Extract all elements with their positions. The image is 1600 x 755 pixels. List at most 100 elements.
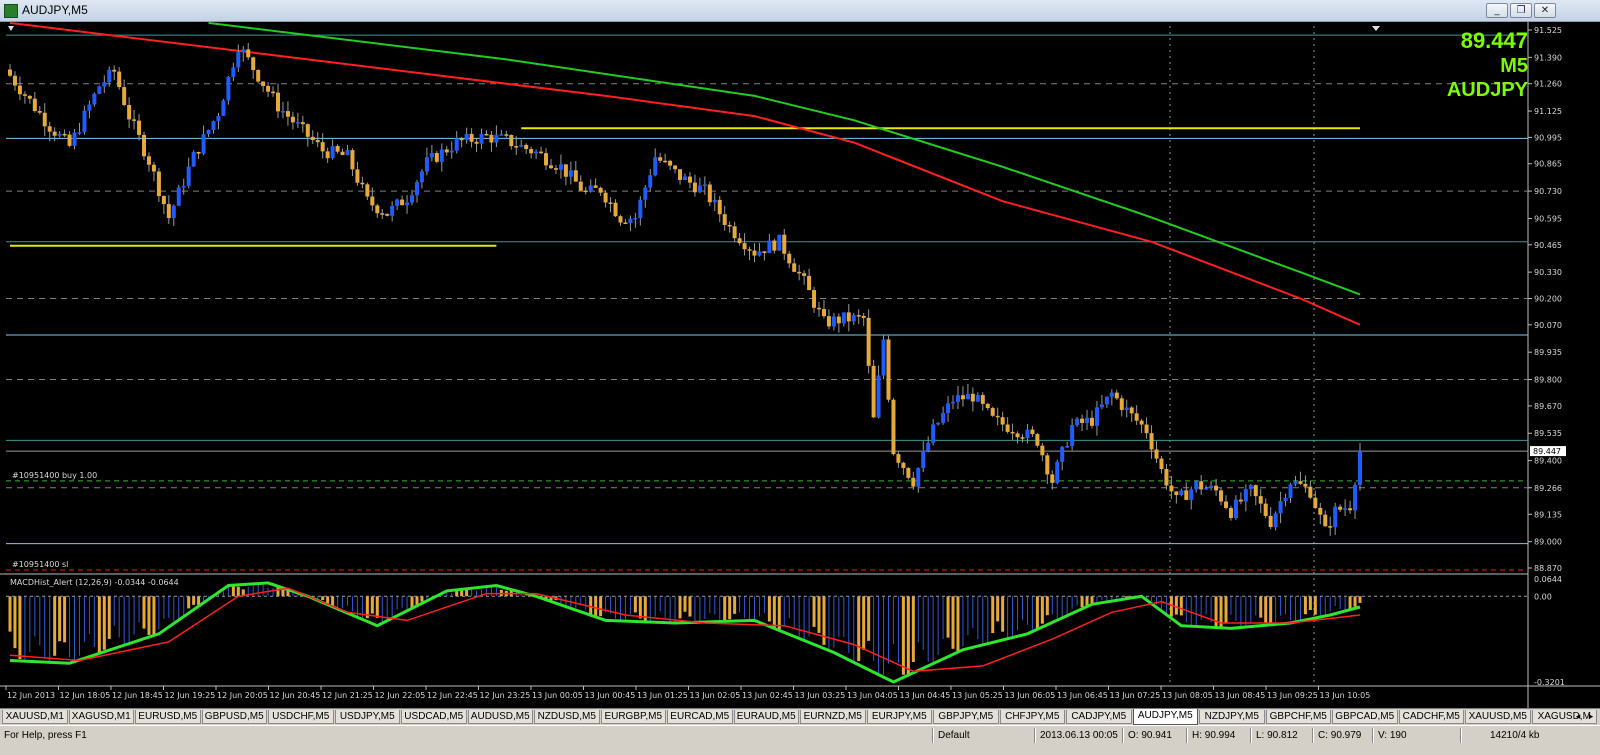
tab-scroll-right-icon[interactable]: ▸ (1585, 711, 1597, 723)
chart-tab[interactable]: USDCHF,M5 (268, 710, 334, 724)
candle-body (926, 442, 931, 451)
chart-tab[interactable]: XAUUSD,M5 (1465, 710, 1531, 724)
chart-tab[interactable]: XAUUSD,M1 (2, 710, 68, 724)
candle-body (707, 184, 712, 203)
candle-body (598, 187, 603, 193)
chart-tab[interactable]: GBPCAD,M5 (1332, 710, 1398, 724)
tab-scroll-left-icon[interactable]: ◂ (1572, 711, 1584, 723)
chart-tab[interactable]: GBPUSD,M5 (201, 710, 267, 724)
candle-body (1348, 508, 1353, 511)
order-sl-label: #10951400 sl (12, 560, 68, 569)
candle-body (951, 401, 956, 404)
candle-body (866, 317, 871, 366)
candle-body (985, 403, 990, 409)
candle-body (112, 69, 117, 72)
candle-body (1114, 392, 1119, 399)
time-tick-label: 13 Jun 08:45 (1215, 691, 1266, 700)
chart-tab[interactable]: EURAUD,M5 (733, 710, 799, 724)
chart-tab[interactable]: CADCHF,M5 (1398, 710, 1464, 724)
candle-body (628, 218, 633, 223)
restore-button[interactable]: ❐ (1510, 3, 1532, 18)
candle-body (836, 316, 841, 324)
chart-area[interactable]: 91.525 91.390 91.260 91.125 90.995 90.865 90.7… (0, 22, 1600, 708)
order-buy-label: #10951400 buy 1.00 (12, 471, 97, 480)
candle-body (826, 316, 831, 327)
candle-body (767, 240, 772, 254)
overlay-price: 89.447 (1460, 28, 1528, 53)
candle-body (12, 75, 17, 86)
price-chart-svg[interactable]: 91.525 91.390 91.260 91.125 90.995 90.865 90.7… (0, 22, 1600, 708)
overlay-timeframe: M5 (1500, 55, 1528, 77)
status-separator (932, 728, 934, 743)
candle-body (975, 394, 980, 402)
chart-tab[interactable]: EURGBP,M5 (600, 710, 666, 724)
candle-body (1353, 484, 1358, 511)
chart-tab[interactable]: NZDJPY,M5 (1199, 710, 1265, 724)
candle-body (941, 413, 946, 423)
candle-body (960, 395, 965, 400)
candle-body (355, 169, 360, 183)
status-bar: For Help, press F1 Default 2013.06.13 00… (0, 725, 1600, 755)
chart-tab[interactable]: CHFJPY,M5 (999, 710, 1065, 724)
status-profile[interactable]: Default (938, 729, 970, 743)
candle-body (613, 202, 618, 217)
candle-body (1094, 407, 1099, 426)
status-low: L: 90.812 (1256, 730, 1298, 741)
candle-body (370, 196, 375, 206)
candle-body (861, 315, 866, 318)
candle-body (8, 69, 12, 76)
status-open: O: 90.941 (1128, 730, 1172, 741)
chart-tab[interactable]: EURCAD,M5 (667, 710, 733, 724)
chart-tab[interactable]: XAGUSD,M1 (68, 710, 134, 724)
candle-body (127, 104, 132, 120)
candle-body (504, 134, 509, 136)
candle-body (92, 93, 97, 105)
chart-tab[interactable]: EURJPY,M5 (866, 710, 932, 724)
chart-window-icon (4, 4, 18, 18)
candle-body (697, 185, 702, 193)
status-separator (1312, 728, 1314, 743)
close-button[interactable]: ✕ (1534, 3, 1556, 18)
chart-tab[interactable]: EURUSD,M5 (135, 710, 201, 724)
chart-tab[interactable]: EURNZD,M5 (800, 710, 866, 724)
status-separator (1186, 728, 1188, 743)
status-close: C: 90.979 (1318, 730, 1362, 741)
candle-body (414, 182, 419, 196)
candle-body (429, 153, 434, 158)
candle-body (216, 115, 221, 122)
chart-tab[interactable]: AUDJPY,M5 (1132, 709, 1198, 725)
candle-body (1194, 481, 1199, 490)
chart-tab[interactable]: GBPCHF,M5 (1265, 710, 1331, 724)
chart-tab[interactable]: USDJPY,M5 (334, 710, 400, 724)
candle-body (142, 134, 147, 157)
chart-tab[interactable]: GBPJPY,M5 (933, 710, 999, 724)
candle-body (1333, 506, 1338, 528)
candle-body (1144, 424, 1149, 434)
candle-body (305, 124, 310, 137)
chart-tab[interactable]: AUDUSD,M5 (467, 710, 533, 724)
candle-body (1099, 404, 1104, 408)
chart-tab[interactable]: USDCAD,M5 (401, 710, 467, 724)
candle-body (608, 202, 613, 204)
candle-body (47, 126, 52, 132)
status-separator (1250, 728, 1252, 743)
minimize-button[interactable]: _ (1486, 3, 1508, 18)
candle-body (1005, 424, 1010, 432)
candle-body (797, 271, 802, 274)
candle-body (851, 315, 856, 322)
candle-body (931, 424, 936, 443)
candle-body (186, 166, 191, 186)
candle-body (603, 192, 608, 203)
candle-body (375, 205, 380, 214)
candle-body (464, 133, 469, 141)
candle-body (171, 205, 176, 219)
candle-body (285, 111, 290, 117)
candle-body (256, 69, 261, 82)
candle-body (821, 309, 826, 317)
chart-tab[interactable]: NZDUSD,M5 (534, 710, 600, 724)
candle-body (82, 110, 87, 133)
chart-tab[interactable]: CADJPY,M5 (1066, 710, 1132, 724)
candle-body (524, 144, 529, 150)
candle-body (315, 140, 320, 143)
price-tick-label: 88.870 (1534, 564, 1562, 573)
